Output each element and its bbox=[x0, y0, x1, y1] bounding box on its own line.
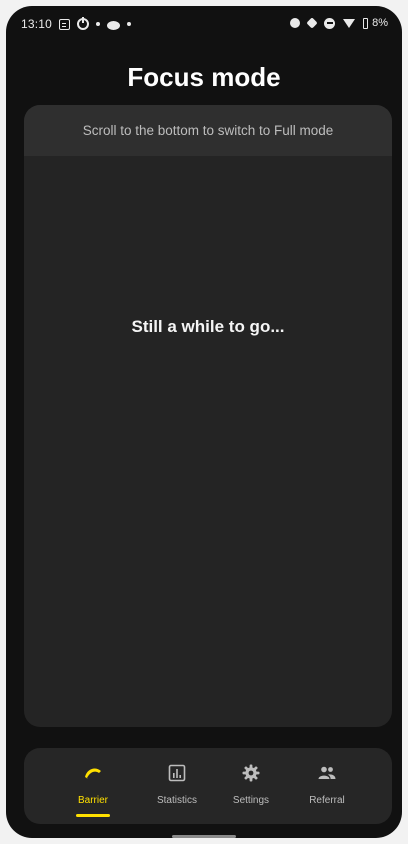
nav-label-barrier: Barrier bbox=[77, 795, 108, 806]
nav-item-barrier[interactable]: Barrier bbox=[56, 748, 130, 824]
dot-icon bbox=[127, 22, 132, 26]
status-bar-left: 13:10 bbox=[21, 17, 132, 31]
vibrate-icon bbox=[306, 17, 318, 29]
notes-icon bbox=[59, 18, 71, 30]
barrier-icon bbox=[85, 768, 101, 779]
power-icon bbox=[77, 17, 90, 30]
progress-message: Still a while to go... bbox=[131, 317, 285, 336]
page-title: Focus mode bbox=[127, 62, 281, 92]
status-bar: 13:10 8% bbox=[6, 6, 402, 40]
statistics-icon bbox=[168, 764, 186, 782]
bottom-navigation: Barrier Statistics Settings Referral bbox=[24, 748, 392, 824]
referral-icon bbox=[318, 766, 336, 779]
battery-icon bbox=[363, 17, 369, 29]
nav-label-settings: Settings bbox=[232, 795, 270, 806]
content-panel[interactable]: Scroll to the bottom to switch to Full m… bbox=[24, 105, 392, 727]
settings-icon bbox=[242, 764, 260, 782]
phone-screen: 13:10 8% Focus mode Scroll to the bottom… bbox=[6, 6, 402, 838]
status-bar-right: 8% bbox=[290, 17, 388, 29]
dnd-icon bbox=[324, 17, 336, 29]
nav-label-referral: Referral bbox=[309, 795, 345, 806]
battery-level: 8% bbox=[372, 17, 388, 29]
nav-item-referral[interactable]: Referral bbox=[290, 748, 364, 824]
dot-icon bbox=[96, 22, 101, 26]
nav-item-settings[interactable]: Settings bbox=[214, 748, 288, 824]
wifi-icon bbox=[343, 18, 356, 28]
status-time: 13:10 bbox=[21, 17, 53, 31]
home-indicator[interactable] bbox=[172, 835, 236, 838]
reddit-icon bbox=[107, 21, 121, 30]
alarm-icon bbox=[290, 18, 301, 28]
nav-item-statistics[interactable]: Statistics bbox=[140, 748, 214, 824]
active-tab-indicator bbox=[76, 814, 110, 817]
nav-label-statistics: Statistics bbox=[156, 795, 197, 806]
full-mode-hint: Scroll to the bottom to switch to Full m… bbox=[24, 105, 392, 156]
